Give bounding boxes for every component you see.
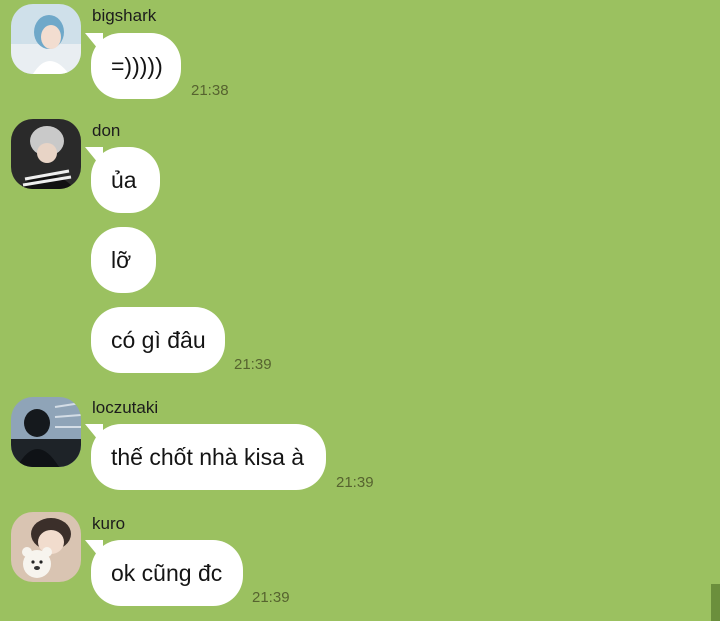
message-text: có gì đâu: [111, 326, 206, 353]
message-text: lỡ: [111, 246, 132, 273]
bigshark-avatar[interactable]: [11, 4, 81, 74]
message-text: ok cũng đc: [111, 559, 223, 586]
chat-window: bigshark =))))) 21:38 don ủa lỡ có gì đâ…: [0, 0, 720, 621]
username: kuro: [92, 514, 126, 533]
message-bubble[interactable]: lỡ: [91, 227, 156, 293]
message-bubble[interactable]: ok cũng đc: [85, 540, 243, 606]
timestamp: 21:39: [234, 356, 272, 373]
message-bubble[interactable]: có gì đâu: [91, 307, 225, 373]
timestamp: 21:39: [252, 589, 290, 606]
kuro-avatar[interactable]: [11, 512, 81, 582]
message-text: =))))): [111, 52, 163, 79]
message-bubble[interactable]: ủa: [85, 147, 160, 213]
timestamp: 21:38: [191, 82, 229, 99]
message-bubble[interactable]: =))))): [85, 33, 181, 99]
loczutaki-avatar[interactable]: [11, 397, 81, 467]
username: don: [92, 121, 121, 140]
username: bigshark: [92, 6, 157, 25]
don-avatar[interactable]: [11, 119, 81, 189]
timestamp: 21:39: [336, 474, 374, 491]
message-bubble[interactable]: thế chốt nhà kisa à: [85, 424, 326, 490]
username: loczutaki: [92, 398, 159, 417]
message-text: thế chốt nhà kisa à: [111, 443, 305, 470]
scrollbar[interactable]: [711, 584, 720, 621]
message-text: ủa: [111, 166, 137, 193]
